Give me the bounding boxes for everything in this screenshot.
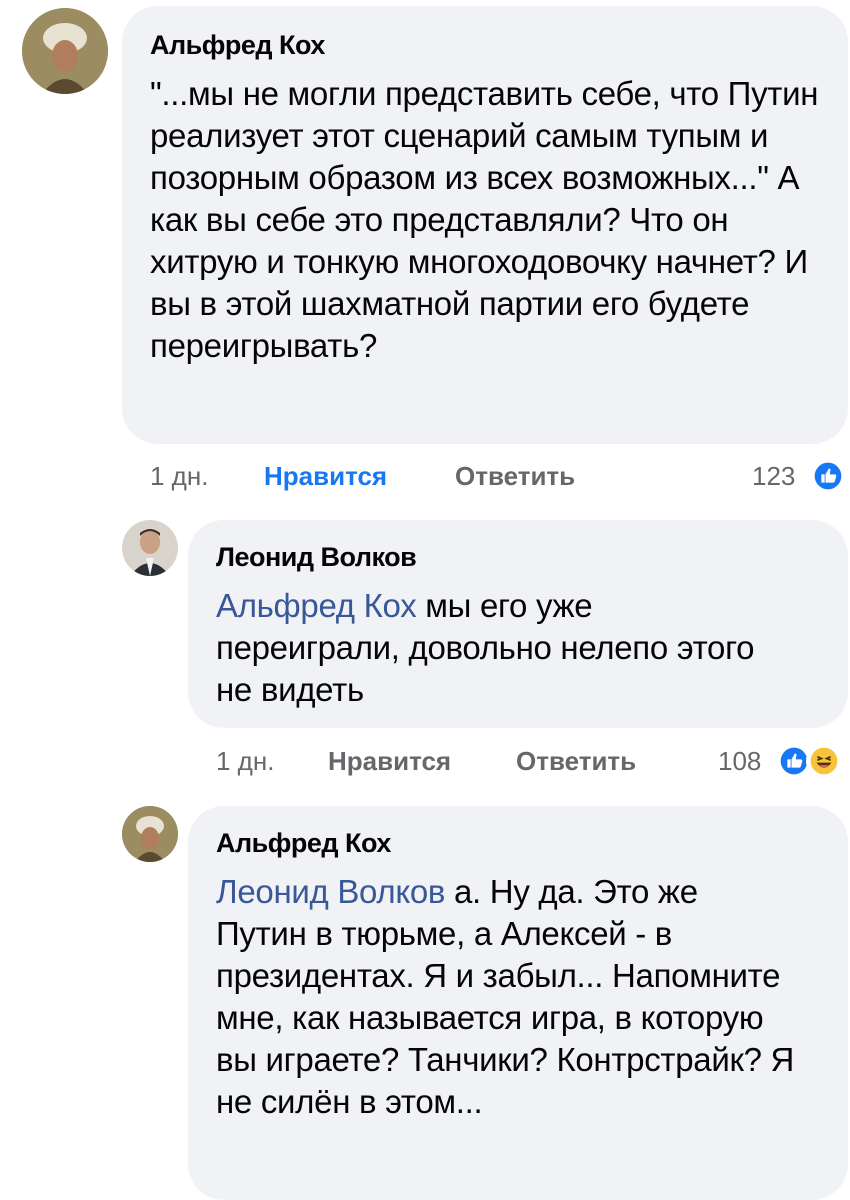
reaction-count: 123 <box>752 461 796 491</box>
mention-link[interactable]: Леонид Волков <box>216 873 445 910</box>
comment-text: Леонид Волков а. Ну да. Это же Путин в т… <box>216 871 796 1123</box>
like-icon <box>810 458 846 494</box>
comment-actions: 1 дн. Нравится Ответить <box>216 746 716 780</box>
comment-thread: Альфред Кох "...мы не могли представить … <box>0 0 850 1200</box>
comment-bubble: Альфред Кох Леонид Волков а. Ну да. Это … <box>188 806 848 1200</box>
avatar-portrait-icon <box>22 8 108 94</box>
reaction-count: 108 <box>718 746 762 776</box>
comment-timestamp[interactable]: 1 дн. <box>216 746 274 777</box>
mention-link[interactable]: Альфред Кох <box>216 587 417 624</box>
avatar-person-icon <box>122 520 178 576</box>
comment-text: Альфред Кох мы его уже переиграли, довол… <box>216 585 756 711</box>
haha-icon <box>806 743 842 779</box>
like-button[interactable]: Нравится <box>264 461 387 492</box>
reaction-summary[interactable]: 108 <box>706 741 850 781</box>
avatar[interactable] <box>22 8 108 94</box>
reaction-summary[interactable]: 123 <box>740 456 850 496</box>
comment-author[interactable]: Альфред Кох <box>216 828 820 859</box>
comment-author[interactable]: Альфред Кох <box>150 30 820 61</box>
comment-author[interactable]: Леонид Волков <box>216 542 820 573</box>
comment-text: "...мы не могли представить себе, что Пу… <box>150 75 819 364</box>
comment-timestamp[interactable]: 1 дн. <box>150 461 208 492</box>
avatar[interactable] <box>122 806 178 862</box>
like-button[interactable]: Нравится <box>328 746 451 777</box>
reply-button[interactable]: Ответить <box>455 461 575 492</box>
avatar-portrait-icon <box>122 806 178 862</box>
comment-bubble: Леонид Волков Альфред Кох мы его уже пер… <box>188 520 848 728</box>
avatar[interactable] <box>122 520 178 576</box>
comment-bubble: Альфред Кох "...мы не могли представить … <box>122 6 848 444</box>
reply-button[interactable]: Ответить <box>516 746 636 777</box>
comment-body: а. Ну да. Это же Путин в тюрьме, а Алекс… <box>216 873 795 1120</box>
